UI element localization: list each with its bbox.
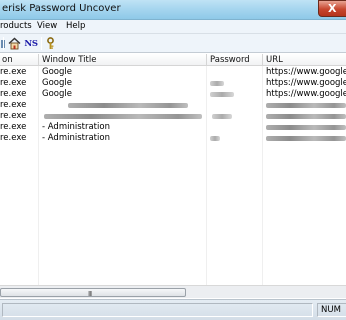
column-divider[interactable] (206, 54, 207, 66)
redacted-url (266, 103, 346, 108)
password-list[interactable]: on Window Title Password URL re.exe Goog… (0, 54, 346, 285)
redacted-password (212, 114, 232, 119)
status-bar: NUM (0, 299, 346, 320)
cell-url: https://www.google.co (266, 67, 346, 77)
cell-application: re.exe (0, 133, 27, 143)
cell-application: re.exe (0, 89, 27, 99)
column-header-application[interactable]: on (2, 55, 13, 65)
ns-icon[interactable]: NS (23, 36, 39, 51)
redacted-password (210, 92, 234, 97)
cell-window-title: Google (42, 89, 72, 99)
cell-application: re.exe (0, 100, 27, 110)
menu-products[interactable]: roducts (0, 21, 32, 31)
cell-application: re.exe (0, 111, 27, 121)
column-divider[interactable] (38, 54, 39, 66)
table-row[interactable]: re.exe - Administration (0, 122, 346, 133)
close-button[interactable]: X (318, 0, 346, 17)
column-header-url[interactable]: URL (266, 55, 283, 65)
key-icon[interactable] (43, 36, 58, 51)
cell-window-title: - Administration (42, 133, 110, 143)
cell-application: re.exe (0, 78, 27, 88)
cell-application: re.exe (0, 67, 27, 77)
table-row[interactable]: re.exe Google https://www.google.co (0, 89, 346, 100)
column-header-window-title[interactable]: Window Title (42, 55, 96, 65)
cell-url: https://www.google.co (266, 78, 346, 88)
list-header: on Window Title Password URL (0, 54, 346, 66)
cell-url: https://www.google.co (266, 89, 346, 99)
table-row[interactable]: re.exe Google https://www.google.co (0, 67, 346, 78)
toolbar: NS (0, 34, 346, 53)
title-bar[interactable]: erisk Password Uncover X (0, 0, 346, 20)
scrollbar-grip: III (88, 290, 92, 298)
window-title: erisk Password Uncover (2, 3, 121, 14)
toolbar-separator (41, 37, 42, 50)
horizontal-scrollbar[interactable]: III (0, 285, 346, 298)
toolbar-separator (3, 37, 4, 50)
redacted-window-title (44, 114, 202, 119)
redacted-url (266, 125, 346, 130)
num-lock-indicator: NUM (317, 303, 346, 317)
redacted-url (266, 114, 346, 119)
menu-bar: roducts View Help (0, 20, 346, 34)
redacted-password (210, 81, 224, 86)
redacted-window-title (68, 103, 188, 108)
home-icon[interactable] (7, 36, 22, 51)
table-row[interactable]: re.exe Google https://www.google.co (0, 78, 346, 89)
column-divider[interactable] (262, 54, 263, 66)
cell-window-title: Google (42, 78, 72, 88)
menu-help[interactable]: Help (66, 21, 85, 31)
cell-application: re.exe (0, 122, 27, 132)
status-panel-main (2, 303, 313, 317)
ns-label: NS (24, 38, 38, 49)
redacted-password (210, 136, 220, 141)
close-icon: X (328, 2, 337, 15)
table-row[interactable]: re.exe - Administration (0, 133, 346, 144)
table-row[interactable]: re.exe (0, 111, 346, 122)
cell-window-title: Google (42, 67, 72, 77)
menu-view[interactable]: View (37, 21, 57, 31)
column-header-password[interactable]: Password (210, 55, 250, 65)
scrollbar-thumb[interactable]: III (0, 288, 186, 298)
table-row[interactable]: re.exe (0, 100, 346, 111)
redacted-url (266, 136, 346, 141)
cell-window-title: - Administration (42, 122, 110, 132)
